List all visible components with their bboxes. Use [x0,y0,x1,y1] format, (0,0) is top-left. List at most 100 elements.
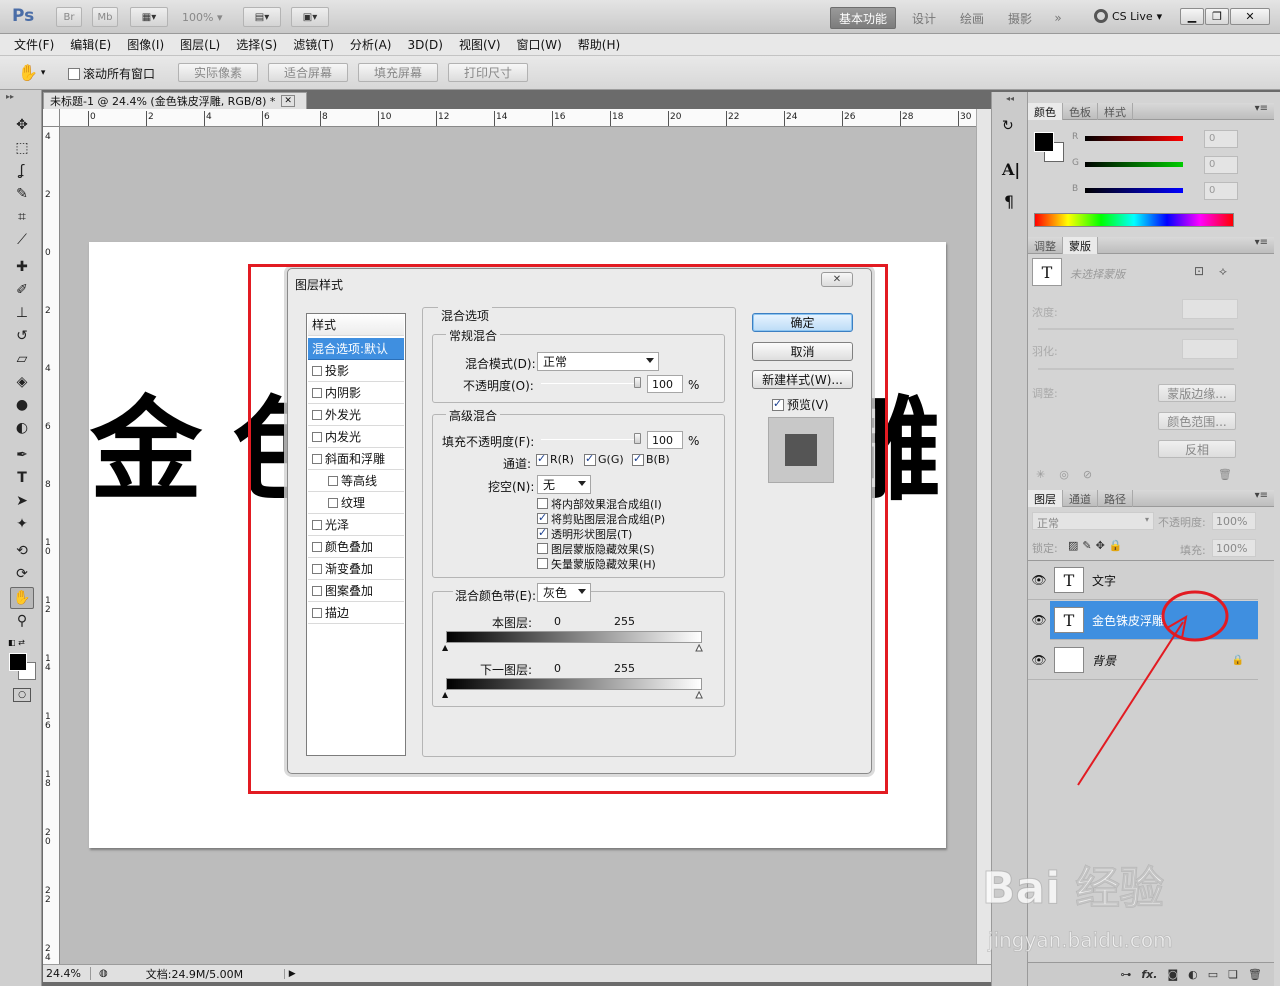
layer-row[interactable]: 👁 背景 🔒 [1028,641,1258,680]
style-item[interactable]: 纹理 [308,492,404,514]
zoom-level-dropdown[interactable]: 100% ▾ [182,11,222,24]
color-range-button[interactable]: 颜色范围... [1158,412,1236,430]
style-item[interactable]: 光泽 [308,514,404,536]
opacity-input[interactable]: 100 [647,375,683,393]
preview-checkbox[interactable]: 预览(V) [772,396,829,413]
delete-layer-icon[interactable]: 🗑 [1248,968,1262,981]
style-item[interactable]: 渐变叠加 [308,558,404,580]
advanced-option-checkbox[interactable]: 矢量蒙版隐藏效果(H) [537,556,665,571]
checkbox-icon[interactable] [312,409,322,420]
default-colors-icon[interactable]: ◧ ⇄ [8,638,25,647]
panel-menu-icon[interactable]: ▾≡ [1255,237,1268,248]
menu-image[interactable]: 图像(I) [119,34,172,56]
menu-3d[interactable]: 3D(D) [399,34,450,56]
menu-edit[interactable]: 编辑(E) [62,34,119,56]
feather-slider[interactable] [1038,368,1234,370]
vector-mask-icon[interactable]: ⟡ [1219,264,1227,279]
workspace-painting[interactable]: 绘画 [950,7,994,29]
color-foreground-swatch[interactable] [1034,132,1054,152]
healing-brush-icon[interactable]: ✚ [10,256,34,278]
clone-stamp-icon[interactable]: ⊥ [10,302,34,324]
style-item[interactable]: 等高线 [308,470,404,492]
fill-opacity-slider-thumb[interactable] [634,433,641,444]
checkbox-icon[interactable] [328,497,338,508]
layer-row[interactable]: 👁 T 文字 [1028,561,1258,600]
checkbox-icon[interactable] [312,563,322,574]
workspace-essentials[interactable]: 基本功能 [830,7,896,29]
trash-icon[interactable]: 🗑 [1218,468,1232,481]
brush-tool-icon[interactable]: ✐ [10,279,34,301]
fill-screen-button[interactable]: 填充屏幕 [358,63,438,82]
expand-panels-icon[interactable]: ◂◂ [1006,94,1014,103]
paragraph-panel-icon[interactable]: ¶ [1004,192,1014,211]
opacity-slider-thumb[interactable] [634,377,641,388]
checkbox-icon[interactable] [312,431,322,442]
menu-view[interactable]: 视图(V) [451,34,509,56]
marquee-tool-icon[interactable]: ⬚ [10,137,34,159]
visibility-eye-icon[interactable]: 👁 [1028,573,1050,587]
advanced-option-checkbox[interactable]: 图层蒙版隐藏效果(S) [537,541,665,556]
add-mask-icon[interactable]: ◙ [1167,968,1178,981]
tab-paths[interactable]: 路径 [1098,490,1133,507]
pixel-mask-icon[interactable]: ⊡ [1194,264,1204,278]
mask-panel-bottom-icons[interactable]: ✳◎⊘ [1036,468,1106,481]
more-workspaces-icon[interactable]: » [1046,7,1070,29]
print-size-button[interactable]: 打印尺寸 [448,63,528,82]
fill-opacity-input[interactable]: 100 [647,431,683,449]
this-layer-white-slider-icon[interactable]: ▲ [695,643,702,653]
menu-layer[interactable]: 图层(L) [172,34,228,56]
mini-bridge-button[interactable]: Mb [92,7,118,27]
panel-menu-icon[interactable]: ▾≡ [1255,490,1268,501]
layer-blend-mode-select[interactable]: 正常 ▾ [1032,512,1154,530]
dodge-tool-icon[interactable]: ◐ [10,417,34,439]
quick-select-tool-icon[interactable]: ✎ [10,183,34,205]
r-input[interactable]: 0 [1204,130,1238,148]
style-item[interactable]: 外发光 [308,404,404,426]
character-panel-icon[interactable]: A| [1002,160,1020,179]
history-brush-icon[interactable]: ↺ [10,325,34,347]
blur-tool-icon[interactable]: ● [10,394,34,416]
menu-select[interactable]: 选择(S) [228,34,285,56]
channel-g-checkbox[interactable]: G(G) [584,452,624,466]
style-item[interactable]: 颜色叠加 [308,536,404,558]
eraser-tool-icon[interactable]: ▱ [10,348,34,370]
new-style-button[interactable]: 新建样式(W)... [752,370,853,389]
fx-icon[interactable]: fx. [1141,968,1157,981]
channel-b-checkbox[interactable]: B(B) [632,452,670,466]
type-tool-icon[interactable]: T [10,467,34,489]
menu-help[interactable]: 帮助(H) [570,34,628,56]
layer-opacity-input[interactable]: 100% [1212,512,1256,530]
style-item[interactable]: 混合选项:默认 [308,338,404,360]
menu-file[interactable]: 文件(F) [6,34,62,56]
style-item[interactable]: 内发光 [308,426,404,448]
mask-edge-button[interactable]: 蒙版边缘... [1158,384,1236,402]
style-item[interactable]: 描边 [308,602,404,624]
menu-window[interactable]: 窗口(W) [509,34,570,56]
adjustment-layer-icon[interactable]: ◐ [1188,968,1198,981]
hand-tool-preset-icon[interactable]: ✋ ▾ [18,63,45,82]
b-slider[interactable] [1085,188,1183,193]
view-extras-button[interactable]: ▦▾ [130,7,168,27]
checkbox-icon[interactable] [312,453,322,464]
visibility-eye-icon[interactable]: 👁 [1028,653,1050,667]
channel-r-checkbox[interactable]: R(R) [536,452,574,466]
visibility-eye-icon[interactable]: 👁 [1028,600,1050,640]
close-document-icon[interactable]: ✕ [281,95,295,107]
ok-button[interactable]: 确定 [752,313,853,332]
tab-adjustments[interactable]: 调整 [1028,237,1063,254]
document-tab[interactable]: 未标题-1 @ 24.4% (金色铢皮浮雕, RGB/8) * ✕ [43,92,307,109]
pen-tool-icon[interactable]: ✒ [10,444,34,466]
panel-menu-icon[interactable]: ▾≡ [1255,103,1268,114]
crop-tool-icon[interactable]: ⌗ [10,206,34,228]
paint-bucket-icon[interactable]: ◈ [10,371,34,393]
g-slider[interactable] [1085,162,1183,167]
checkbox-icon[interactable] [312,519,322,530]
status-zoom[interactable]: 24.4% [43,967,91,980]
arrange-documents-button[interactable]: ▤▾ [243,7,281,27]
checkbox-icon[interactable] [312,585,322,596]
opacity-slider[interactable] [541,383,641,384]
layer-row-selected[interactable]: 👁 T 金色铢皮浮雕 [1028,600,1258,640]
r-slider[interactable] [1085,136,1183,141]
density-input[interactable] [1182,299,1238,319]
scroll-all-windows-checkbox[interactable]: 滚动所有窗口 [68,65,155,82]
